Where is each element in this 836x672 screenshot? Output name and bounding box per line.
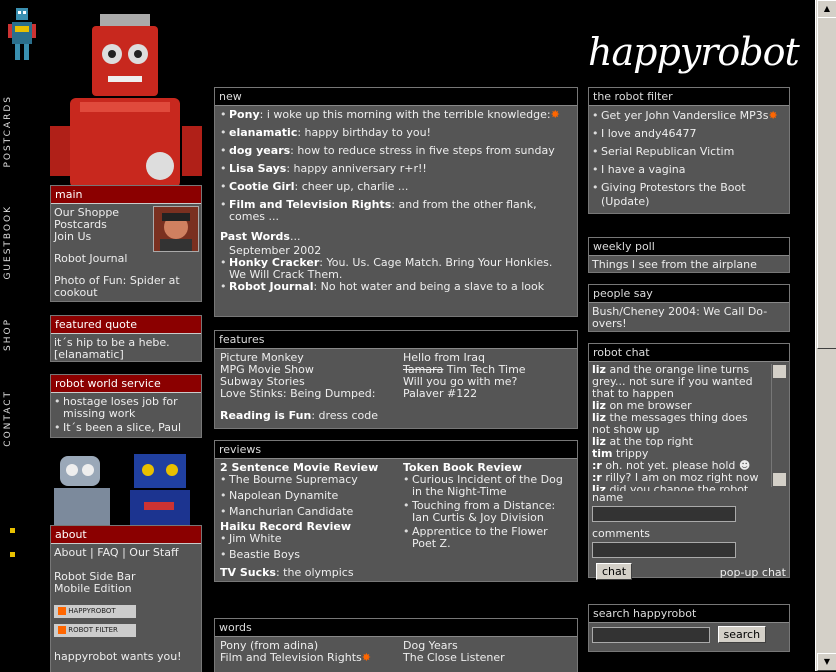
words-box: words Pony (from adina) Film and Televis… (214, 618, 578, 672)
name-input[interactable] (592, 506, 736, 522)
new-item-author[interactable]: dog years (229, 144, 290, 157)
robot-world-service-box: robot world service hostage loses job fo… (50, 374, 202, 438)
link-mobile-edition[interactable]: Mobile Edition (54, 583, 198, 595)
past-item-author[interactable]: Robot Journal (229, 280, 313, 293)
review-link[interactable]: Beastie Boys (229, 548, 300, 561)
link-robot-journal[interactable]: Robot Journal (54, 253, 198, 265)
feature-link[interactable]: Love Stinks: Being Dumped: (220, 388, 389, 400)
red-robot-image (50, 6, 202, 186)
words-header: words (215, 619, 577, 637)
robot-filter-header: the robot filter (589, 88, 789, 106)
people-say-header: people say (589, 285, 789, 303)
weekly-poll-header: weekly poll (589, 238, 789, 256)
search-header: search happyrobot (589, 605, 789, 623)
yellow-dot-icon (10, 528, 15, 533)
poll-link[interactable]: Things I see from the airplane (592, 258, 757, 271)
happyrobot-logo[interactable]: happyrobot (588, 30, 800, 74)
filter-link[interactable]: Get yer John Vanderslice MP3s (601, 109, 768, 122)
star-icon: ✸ (550, 108, 560, 121)
robot-world-service-header: robot world service (51, 375, 201, 393)
reading-is-fun-link[interactable]: Reading is Fun (220, 409, 311, 422)
nav-shop[interactable]: SHOP (3, 318, 13, 351)
new-item-author[interactable]: elanamatic (229, 126, 297, 139)
filter-link[interactable]: I have a vagina (601, 163, 685, 176)
robot-chat-box: robot chat liz and the orange line turns… (588, 343, 790, 580)
featured-quote-header: featured quote (51, 316, 201, 334)
featured-quote-text: it´s hip to be a hebe. [elanamatic] (54, 336, 170, 361)
new-item-author[interactable]: Cootie Girl (229, 180, 295, 193)
main-header: main (51, 186, 201, 204)
filter-link[interactable]: Giving Protestors the Boot (Update) (601, 181, 746, 208)
page-scrollbar[interactable]: ▲ ▼ (815, 0, 836, 671)
review-link[interactable]: Napolean Dynamite (229, 489, 338, 502)
two-robots-image (50, 446, 202, 526)
filter-link[interactable]: Serial Republican Victim (601, 145, 734, 158)
words-link[interactable]: Film and Television Rights✸ (220, 652, 389, 664)
chat-scroll-down[interactable] (773, 473, 786, 486)
robot-filter-badge[interactable]: ROBOT FILTER (54, 624, 136, 637)
link-photo-of-fun[interactable]: Photo of Fun: Spider at cookout (54, 275, 194, 299)
featured-quote-box: featured quote it´s hip to be a hebe. [e… (50, 315, 202, 362)
new-item-author[interactable]: Pony (229, 108, 260, 121)
star-icon: ✸ (768, 109, 778, 122)
review-link[interactable]: Jim White (229, 532, 282, 545)
words-link[interactable]: The Close Listener (403, 652, 572, 664)
left-nav-strip: POSTCARDS GUESTBOOK SHOP CONTACT (0, 0, 36, 671)
nav-contact[interactable]: CONTACT (3, 390, 13, 447)
main-box: main Our Shoppe Postcards Join Us Robot … (50, 185, 202, 302)
scroll-down-icon[interactable]: ▼ (817, 653, 836, 671)
comments-input[interactable] (592, 542, 736, 558)
small-robot-icon[interactable] (6, 6, 40, 66)
popup-chat-link[interactable]: pop-up chat (720, 566, 786, 579)
wants-you-text: happyrobot wants you! (54, 650, 182, 663)
robot-icon (58, 626, 66, 634)
features-header: features (215, 331, 577, 349)
review-link[interactable]: Manchurian Candidate (229, 505, 353, 518)
search-button[interactable]: search (717, 626, 767, 643)
link-our-staff[interactable]: Our Staff (129, 546, 178, 559)
review-link[interactable]: Apprentice to the Flower Poet Z. (412, 525, 548, 550)
nav-postcards[interactable]: POSTCARDS (3, 95, 13, 168)
chat-scroll-up[interactable] (773, 365, 786, 378)
news-item[interactable]: hostage loses job for missing work (63, 395, 178, 420)
chat-scrollbar[interactable] (771, 364, 787, 487)
reviews-box: reviews 2 Sentence Movie Review The Bour… (214, 440, 578, 582)
search-box: search happyrobot search (588, 604, 790, 652)
star-icon: ✸ (361, 651, 371, 664)
tv-sucks-link[interactable]: TV Sucks (220, 566, 276, 579)
new-header: new (215, 88, 577, 106)
feature-link[interactable]: Palaver #122 (403, 388, 572, 400)
people-say-link[interactable]: Bush/Cheney 2004: We Call Do-overs! (592, 305, 767, 330)
scroll-up-icon[interactable]: ▲ (817, 0, 836, 18)
robot-chat-header: robot chat (589, 344, 789, 362)
happyrobot-badge[interactable]: HAPPYROBOT (54, 605, 136, 618)
new-item-author[interactable]: Lisa Says (229, 162, 286, 175)
search-input[interactable] (592, 627, 710, 643)
link-faq[interactable]: FAQ (97, 546, 118, 559)
scroll-thumb[interactable] (817, 17, 836, 349)
people-say-box: people say Bush/Cheney 2004: We Call Do-… (588, 284, 790, 332)
robot-filter-box: the robot filter Get yer John Vanderslic… (588, 87, 790, 214)
weekly-poll-box: weekly poll Things I see from the airpla… (588, 237, 790, 273)
comments-label: comments (592, 527, 650, 540)
filter-link[interactable]: I love andy46477 (601, 127, 697, 140)
name-label: name (592, 491, 624, 504)
robot-icon (58, 607, 66, 615)
review-link[interactable]: Curious Incident of the Dog in the Night… (412, 473, 563, 498)
nav-guestbook[interactable]: GUESTBOOK (3, 205, 13, 280)
chat-button[interactable]: chat (596, 563, 633, 580)
news-item[interactable]: It´s been a slice, Paul (63, 421, 181, 434)
about-header: about (51, 526, 201, 544)
yellow-dot-icon (10, 552, 15, 557)
new-box: new Pony: i woke up this morning with th… (214, 87, 578, 317)
review-link[interactable]: The Bourne Supremacy (229, 473, 358, 486)
reviews-header: reviews (215, 441, 577, 459)
review-link[interactable]: Touching from a Distance: Ian Curtis & J… (412, 499, 555, 524)
features-box: features Picture Monkey MPG Movie Show S… (214, 330, 578, 429)
chat-log[interactable]: liz and the orange line turns grey... no… (589, 362, 789, 491)
avatar (153, 206, 199, 252)
link-about[interactable]: About (54, 546, 87, 559)
past-words-link[interactable]: Past Words (220, 230, 290, 243)
about-box: about About | FAQ | Our Staff Robot Side… (50, 525, 202, 672)
